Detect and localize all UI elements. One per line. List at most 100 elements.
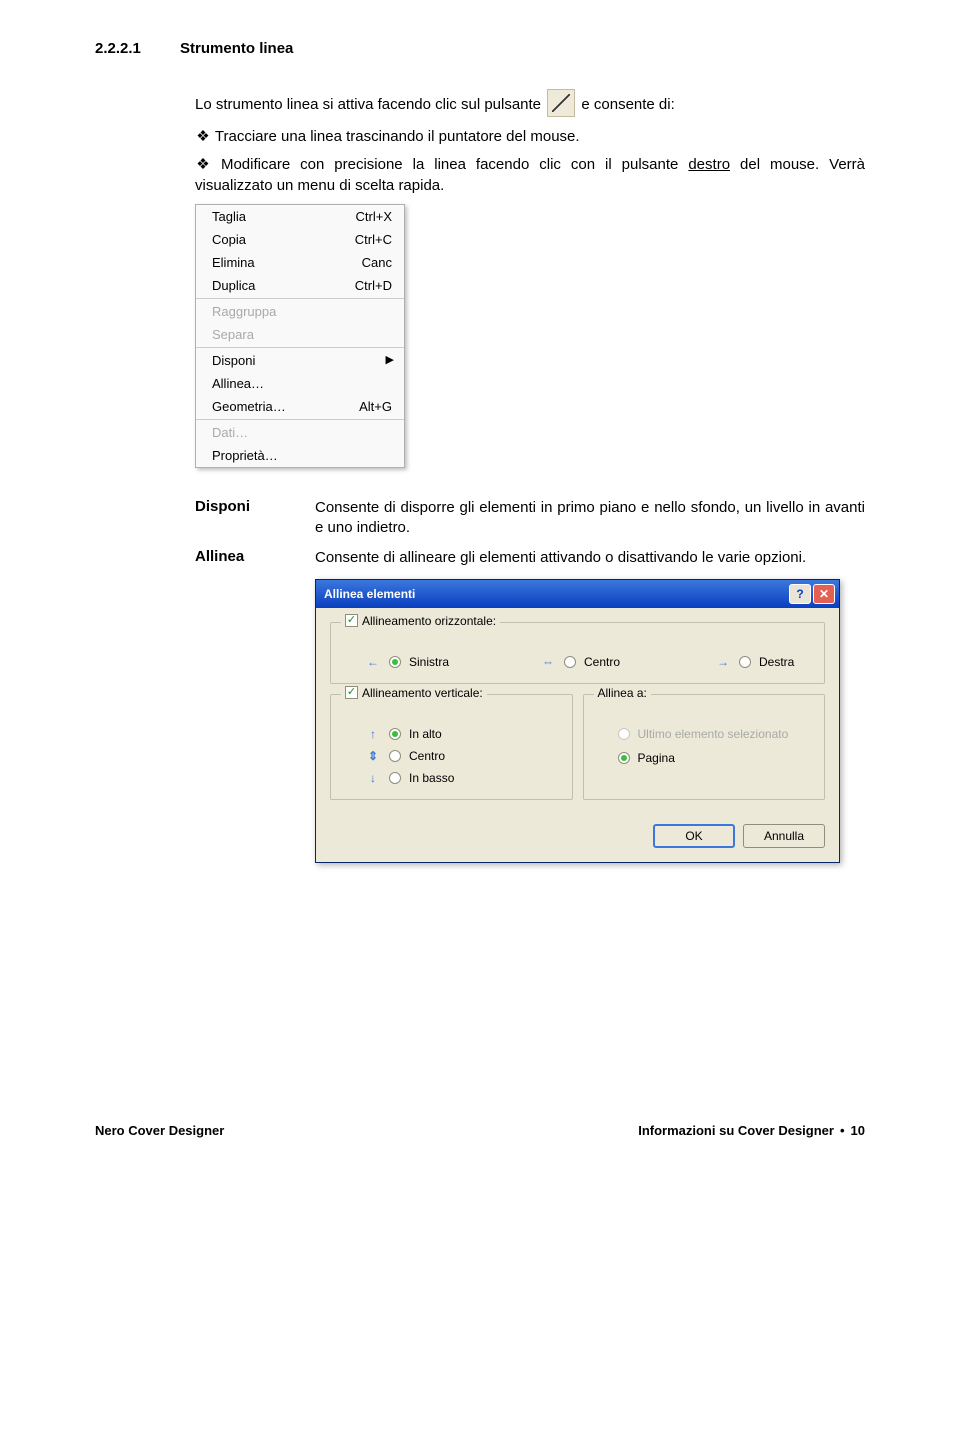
vert-label: Allineamento verticale: bbox=[362, 686, 483, 700]
menu-separator bbox=[196, 347, 404, 348]
center-h-arrow-icon: ⇔ bbox=[540, 655, 556, 669]
menu-item-label: Geometria… bbox=[212, 399, 286, 414]
radio-destra[interactable]: → Destra bbox=[715, 655, 830, 669]
radio-ultimo: Ultimo elemento selezionato bbox=[618, 727, 811, 741]
def-row-allinea: Allinea Consente di allineare gli elemen… bbox=[195, 548, 865, 568]
bullet2-underline: destro bbox=[688, 156, 730, 173]
destra-label: Destra bbox=[759, 655, 794, 669]
radio-alto[interactable]: ↑ In alto bbox=[365, 727, 558, 741]
radio-pagina[interactable]: Pagina bbox=[618, 751, 811, 765]
radio-basso[interactable]: ↓ In basso bbox=[365, 771, 558, 785]
basso-label: In basso bbox=[409, 771, 454, 785]
menu-separator bbox=[196, 298, 404, 299]
bullet2-text-a: Modificare con precisione la linea facen… bbox=[221, 156, 688, 173]
help-button[interactable]: ? bbox=[789, 584, 811, 604]
definitions-block: Disponi Consente di disporre gli element… bbox=[195, 498, 865, 569]
menu-item-shortcut: Alt+G bbox=[359, 399, 392, 414]
menu-item[interactable]: Geometria… Alt+G bbox=[196, 395, 404, 418]
menu-item-label: Allinea… bbox=[212, 376, 264, 391]
left-arrow-icon: ← bbox=[365, 655, 381, 669]
context-menu: Taglia Ctrl+X Copia Ctrl+C Elimina Canc Duplic… bbox=[195, 204, 405, 468]
menu-item[interactable]: Taglia Ctrl+X bbox=[196, 205, 404, 228]
close-button[interactable]: ✕ bbox=[813, 584, 835, 604]
section-title: Strumento linea bbox=[180, 40, 293, 57]
submenu-arrow-icon: ▶ bbox=[386, 353, 394, 366]
menu-item-label: Copia bbox=[212, 232, 246, 247]
radio-centro-h[interactable]: ⇔ Centro bbox=[540, 655, 655, 669]
dialog-title: Allinea elementi bbox=[324, 587, 787, 601]
radio-sinistra[interactable]: ← Sinistra bbox=[365, 655, 480, 669]
radio-off-icon bbox=[564, 656, 576, 668]
bullet-item-2: ❖ Modificare con precisione la linea fac… bbox=[195, 155, 865, 196]
radio-off-icon bbox=[389, 772, 401, 784]
menu-item-label: Dati… bbox=[212, 425, 248, 440]
section-heading: 2.2.2.1 Strumento linea bbox=[95, 40, 865, 57]
radio-disabled-icon bbox=[618, 728, 630, 740]
menu-item[interactable]: Disponi ▶ bbox=[196, 349, 404, 372]
footer-right: Informazioni su Cover Designer • 10 bbox=[638, 1123, 865, 1138]
horiz-checkbox-label[interactable]: ✓ Allineamento orizzontale: bbox=[341, 614, 500, 628]
bullet-icon: ❖ bbox=[195, 155, 211, 175]
vert-checkbox-label[interactable]: ✓ Allineamento verticale: bbox=[341, 686, 487, 700]
dialog-buttons: OK Annulla bbox=[316, 824, 839, 862]
horiz-label: Allineamento orizzontale: bbox=[362, 614, 496, 628]
bullet-icon: ❖ bbox=[195, 127, 211, 147]
align-dialog: Allinea elementi ? ✕ ✓ Allineamento oriz… bbox=[315, 579, 840, 863]
footer-bullet: • bbox=[840, 1123, 845, 1138]
menu-item-label: Duplica bbox=[212, 278, 255, 293]
bullet-item-1: ❖ Tracciare una linea trascinando il pun… bbox=[195, 127, 865, 147]
def-desc-disponi: Consente di disporre gli elementi in pri… bbox=[315, 498, 865, 539]
def-term-allinea: Allinea bbox=[195, 548, 315, 568]
menu-item[interactable]: Proprietà… bbox=[196, 444, 404, 467]
intro-text-b: e consente di: bbox=[581, 96, 674, 113]
line-tool-icon bbox=[547, 89, 575, 117]
right-arrow-icon: → bbox=[715, 655, 731, 669]
radio-on-icon bbox=[389, 656, 401, 668]
menu-item-label: Proprietà… bbox=[212, 448, 278, 463]
alto-label: In alto bbox=[409, 727, 442, 741]
menu-item-shortcut: Canc bbox=[362, 255, 392, 270]
menu-item[interactable]: Duplica Ctrl+D bbox=[196, 274, 404, 297]
pagina-label: Pagina bbox=[638, 751, 675, 765]
footer-left: Nero Cover Designer bbox=[95, 1123, 224, 1138]
menu-item-label: Elimina bbox=[212, 255, 255, 270]
centro-v-label: Centro bbox=[409, 749, 445, 763]
target-groupbox: Allinea a: Ultimo elemento selezionato P… bbox=[583, 694, 826, 800]
page-footer: Nero Cover Designer Informazioni su Cove… bbox=[95, 1123, 865, 1138]
bullet1-text: Tracciare una linea trascinando il punta… bbox=[215, 128, 580, 145]
checkbox-checked-icon: ✓ bbox=[345, 686, 358, 699]
menu-item-label: Raggruppa bbox=[212, 304, 276, 319]
menu-item[interactable]: Copia Ctrl+C bbox=[196, 228, 404, 251]
sinistra-label: Sinistra bbox=[409, 655, 449, 669]
centro-h-label: Centro bbox=[584, 655, 620, 669]
intro-text-a: Lo strumento linea si attiva facendo cli… bbox=[195, 96, 541, 113]
menu-separator bbox=[196, 419, 404, 420]
menu-item: Dati… bbox=[196, 421, 404, 444]
footer-page: 10 bbox=[851, 1123, 865, 1138]
up-arrow-icon: ↑ bbox=[365, 727, 381, 741]
dialog-titlebar: Allinea elementi ? ✕ bbox=[316, 580, 839, 608]
menu-item-shortcut: Ctrl+C bbox=[355, 232, 392, 247]
radio-off-icon bbox=[739, 656, 751, 668]
menu-item-shortcut: Ctrl+D bbox=[355, 278, 392, 293]
vertical-groupbox: ✓ Allineamento verticale: ↑ In alto ⇕ Ce… bbox=[330, 694, 573, 800]
menu-item-shortcut: Ctrl+X bbox=[356, 209, 392, 224]
section-number: 2.2.2.1 bbox=[95, 40, 141, 57]
horizontal-groupbox: ✓ Allineamento orizzontale: ← Sinistra ⇔… bbox=[330, 622, 825, 684]
menu-item-label: Separa bbox=[212, 327, 254, 342]
down-arrow-icon: ↓ bbox=[365, 771, 381, 785]
menu-item[interactable]: Elimina Canc bbox=[196, 251, 404, 274]
menu-item-label: Taglia bbox=[212, 209, 246, 224]
menu-item: Raggruppa bbox=[196, 300, 404, 323]
radio-on-icon bbox=[389, 728, 401, 740]
radio-on-icon bbox=[618, 752, 630, 764]
radio-centro-v[interactable]: ⇕ Centro bbox=[365, 749, 558, 763]
menu-item-label: Disponi bbox=[212, 353, 255, 368]
def-row-disponi: Disponi Consente di disporre gli element… bbox=[195, 498, 865, 539]
footer-right-label: Informazioni su Cover Designer bbox=[638, 1123, 834, 1138]
ultimo-label: Ultimo elemento selezionato bbox=[638, 727, 789, 741]
menu-item[interactable]: Allinea… bbox=[196, 372, 404, 395]
cancel-button[interactable]: Annulla bbox=[743, 824, 825, 848]
intro-paragraph: Lo strumento linea si attiva facendo cli… bbox=[195, 89, 865, 117]
ok-button[interactable]: OK bbox=[653, 824, 735, 848]
